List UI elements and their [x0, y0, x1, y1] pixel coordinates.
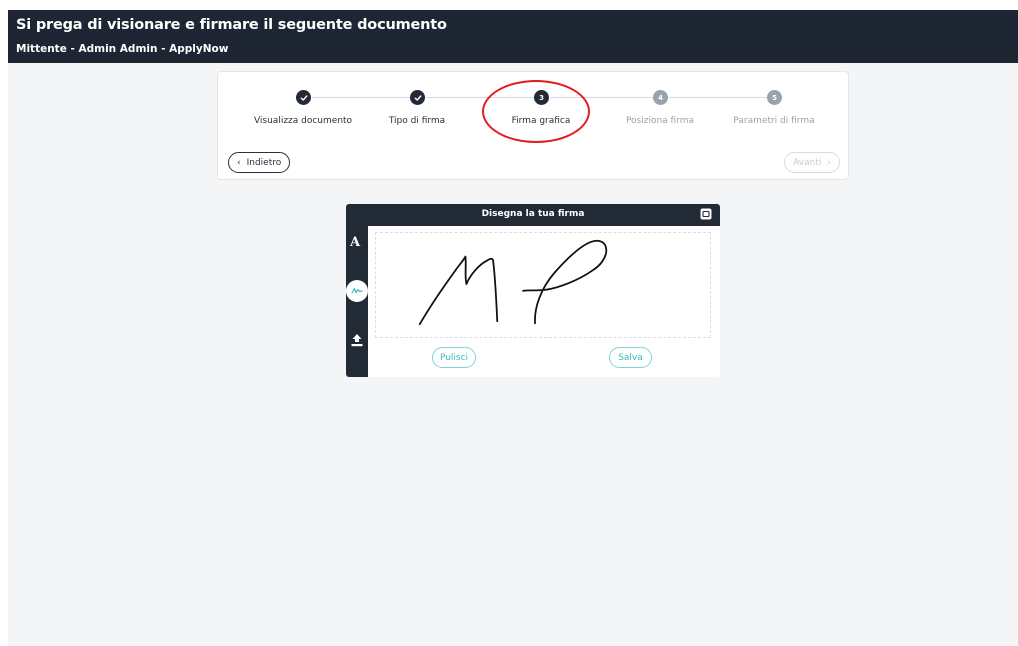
chevron-left-icon: ‹: [237, 157, 241, 168]
highlight-annotation: [482, 80, 590, 143]
step-1-check-icon: [296, 90, 311, 105]
step-4-number: 4: [653, 90, 668, 105]
signature-panel-header: Disegna la tua firma: [346, 204, 720, 226]
sender-info: Mittente - Admin Admin - ApplyNow: [16, 43, 229, 55]
signature-panel: Disegna la tua firma A Pulisci Salva: [346, 204, 720, 377]
back-button[interactable]: ‹ Indietro: [228, 152, 291, 173]
draw-signature-icon[interactable]: [346, 280, 368, 302]
step-1-label: Visualizza documento: [253, 116, 353, 126]
fullscreen-icon[interactable]: [700, 208, 712, 220]
signature-tools-sidebar: A: [346, 226, 368, 377]
upload-icon[interactable]: [351, 333, 363, 347]
signature-canvas[interactable]: [375, 232, 711, 338]
step-connector: [669, 97, 767, 98]
step-4-label: Posiziona firma: [625, 116, 695, 126]
next-button-label: Avanti: [793, 157, 822, 168]
step-5-number: 5: [767, 90, 782, 105]
page-header: Si prega di visionare e firmare il segue…: [8, 10, 1018, 63]
step-2-label: Tipo di firma: [388, 116, 446, 126]
signature-panel-title: Disegna la tua firma: [481, 209, 585, 219]
step-connector: [312, 97, 410, 98]
chevron-right-icon: ›: [827, 157, 831, 168]
step-2-check-icon: [410, 90, 425, 105]
type-signature-icon[interactable]: A: [350, 235, 360, 250]
clear-button[interactable]: Pulisci: [432, 347, 476, 368]
back-button-label: Indietro: [246, 157, 282, 168]
stepper-card: Visualizza documento Tipo di firma 3 Fir…: [217, 71, 849, 180]
page-title: Si prega di visionare e firmare il segue…: [16, 17, 447, 33]
next-button[interactable]: Avanti ›: [784, 152, 840, 173]
step-5-label: Parametri di firma: [733, 116, 815, 126]
save-button[interactable]: Salva: [609, 347, 652, 368]
page: Si prega di visionare e firmare il segue…: [8, 10, 1018, 646]
